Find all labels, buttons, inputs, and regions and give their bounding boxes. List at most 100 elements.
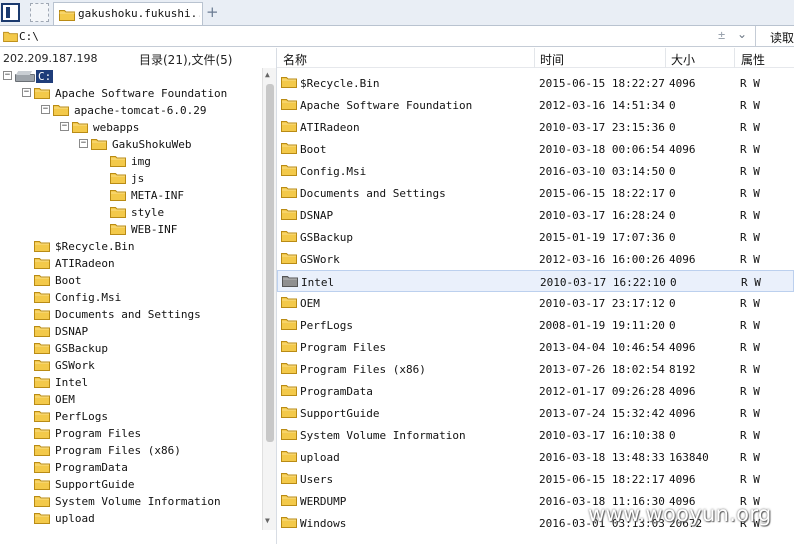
pin-icon[interactable]: ± [718,28,725,42]
file-attr: R W [740,231,760,244]
file-size: 163840 [669,451,709,464]
file-attr: R W [740,209,760,222]
collapse-icon[interactable]: − [22,88,31,97]
tree-node-label: DSNAP [55,325,89,338]
folder-icon [281,185,297,201]
file-name: ATIRadeon [300,121,360,134]
collapse-icon[interactable]: − [60,122,69,131]
file-attr: R W [740,143,760,156]
folder-icon [72,120,88,136]
folder-icon [34,375,50,391]
folder-icon [281,97,297,113]
table-row[interactable]: Program Files (x86) 2013-07-26 18:02:54 81… [277,358,794,380]
table-row[interactable]: DSNAP 2010-03-17 16:28:24 0 R W [277,204,794,226]
file-attr: R W [740,297,760,310]
file-size: 0 [670,276,677,289]
table-row[interactable]: Intel 2010-03-17 16:22:10 0 R W [277,270,794,292]
folder-icon [59,10,75,21]
tree-scrollbar[interactable]: ▲ ▼ [262,68,276,530]
file-time: 2012-03-16 16:00:26 [539,253,665,266]
file-time: 2010-03-17 16:10:38 [539,429,665,442]
file-name: SupportGuide [300,407,380,420]
folder-icon [281,163,297,179]
file-attr: R W [740,451,760,464]
table-row[interactable]: upload 2016-03-18 13:48:33 163840 R W [277,446,794,468]
folder-icon [110,222,126,238]
table-row[interactable]: Users 2015-06-15 18:22:17 4096 R W [277,468,794,490]
tree-node-label: META-INF [131,189,184,202]
file-list-header: 名称 时间 大小 属性 [277,48,794,68]
read-button[interactable]: 读取 [755,26,794,46]
folder-icon [110,188,126,204]
chevron-down-icon[interactable]: ⌄ [737,27,747,41]
file-name: DSNAP [300,209,334,222]
tab-gakushoku[interactable]: gakushoku.fukushi... [53,2,203,25]
tree-node-label: ProgramData [55,461,128,474]
file-size: 4096 [669,143,696,156]
folder-icon [281,449,297,465]
file-attr: R W [740,385,760,398]
panel-toggle-icon[interactable] [1,3,20,22]
folder-icon [34,256,50,272]
tree-node-label: img [131,155,151,168]
table-row[interactable]: Apache Software Foundation 2012-03-16 14:… [277,94,794,116]
file-attr: R W [740,363,760,376]
collapse-icon[interactable]: − [3,71,12,80]
file-size: 4096 [669,385,696,398]
tree-node-label: Program Files (x86) [55,444,181,457]
file-size: 4096 [669,77,696,90]
folder-icon [110,154,126,170]
table-row[interactable]: Boot 2010-03-18 00:06:54 4096 R W [277,138,794,160]
column-size[interactable]: 大小 [671,51,695,68]
scroll-down-icon[interactable]: ▼ [265,516,270,525]
table-row[interactable]: $Recycle.Bin 2015-06-15 18:22:27 4096 R W [277,72,794,94]
table-row[interactable]: Config.Msi 2016-03-10 03:14:50 0 R W [277,160,794,182]
file-time: 2010-03-17 23:17:12 [539,297,665,310]
table-row[interactable]: Documents and Settings 2015-06-15 18:22:1… [277,182,794,204]
table-row[interactable]: ATIRadeon 2010-03-17 23:15:36 0 R W [277,116,794,138]
folder-icon [34,392,50,408]
table-row[interactable]: PerfLogs 2008-01-19 19:11:20 0 R W [277,314,794,336]
folder-icon [34,341,50,357]
tree-node-label: upload [55,512,95,525]
new-window-icon[interactable] [30,3,49,22]
tree-node-label: Program Files [55,427,142,440]
table-row[interactable]: GSBackup 2015-01-19 17:07:36 0 R W [277,226,794,248]
column-time[interactable]: 时间 [540,51,564,68]
tree-node-label: GSBackup [55,342,108,355]
collapse-icon[interactable]: − [41,105,50,114]
file-size: 0 [669,231,676,244]
file-size: 0 [669,209,676,222]
plus-icon[interactable]: + [206,3,219,21]
file-name: GSWork [300,253,340,266]
file-name: Users [300,473,334,486]
table-row[interactable]: SupportGuide 2013-07-24 15:32:42 4096 R W [277,402,794,424]
collapse-icon[interactable]: − [79,139,88,148]
file-name: Boot [300,143,327,156]
table-row[interactable]: GSWork 2012-03-16 16:00:26 4096 R W [277,248,794,270]
table-row[interactable]: Program Files 2013-04-04 10:46:54 4096 R W [277,336,794,358]
scroll-thumb[interactable] [266,84,274,442]
file-time: 2016-03-10 03:14:50 [539,165,665,178]
drive-icon [15,71,35,82]
folder-icon [91,137,107,153]
table-row[interactable]: OEM 2010-03-17 23:17:12 0 R W [277,292,794,314]
column-attr[interactable]: 属性 [741,51,765,68]
file-name: Intel [301,276,335,289]
table-row[interactable]: ProgramData 2012-01-17 09:26:28 4096 R W [277,380,794,402]
folder-icon [281,515,297,531]
table-row[interactable]: System Volume Information 2010-03-17 16:1… [277,424,794,446]
scroll-up-icon[interactable]: ▲ [265,70,270,79]
file-name: $Recycle.Bin [300,77,380,90]
column-name[interactable]: 名称 [283,51,307,68]
tree-node-label: Config.Msi [55,291,122,304]
folder-icon [34,477,50,493]
file-name: PerfLogs [300,319,353,332]
file-attr: R W [740,121,760,134]
folder-icon [34,324,50,340]
folder-icon [34,494,50,510]
folder-icon [34,409,50,425]
file-time: 2013-07-26 18:02:54 [539,363,665,376]
file-size: 0 [669,99,676,112]
path-input[interactable]: C:\ [19,30,39,43]
